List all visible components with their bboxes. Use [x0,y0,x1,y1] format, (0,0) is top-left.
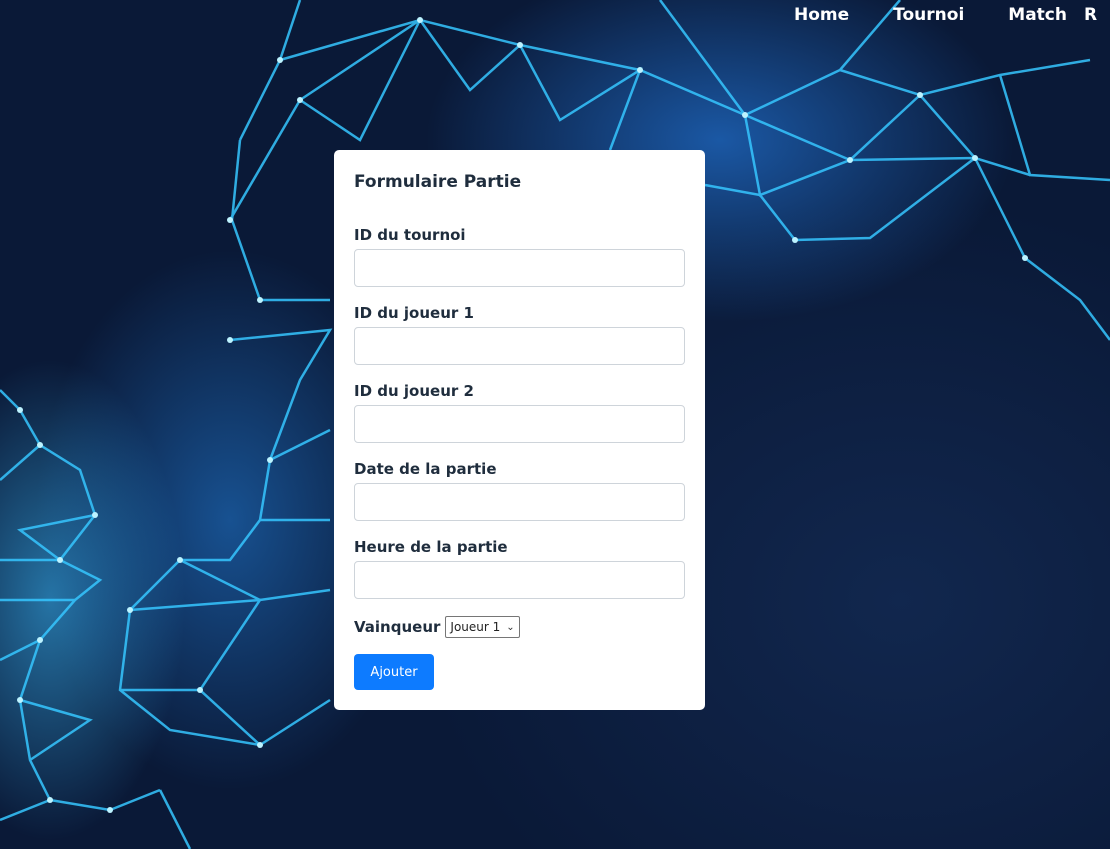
player1-id-label: ID du joueur 1 [354,304,474,322]
add-button[interactable]: Ajouter [354,654,434,690]
player2-id-label: ID du joueur 2 [354,382,474,400]
nav-match-link[interactable]: Match [1008,4,1067,26]
tournament-id-input[interactable] [354,249,685,287]
winner-select-value: Joueur 1 [450,620,501,634]
player2-id-input[interactable] [354,405,685,443]
top-nav: Home Tournoi Match R [794,4,1097,26]
winner-select[interactable]: Joueur 1 ⌄ [445,616,520,638]
nav-item-partial[interactable]: R [1084,4,1097,26]
nav-home-link[interactable]: Home [794,4,849,26]
winner-row: Vainqueur Joueur 1 ⌄ [354,616,520,638]
match-time-input[interactable] [354,561,685,599]
tournament-id-label: ID du tournoi [354,226,466,244]
nav-tournoi-link[interactable]: Tournoi [893,4,964,26]
match-date-input[interactable] [354,483,685,521]
match-date-label: Date de la partie [354,460,497,478]
form-title: Formulaire Partie [354,172,522,192]
winner-label: Vainqueur [354,618,441,636]
match-time-label: Heure de la partie [354,538,508,556]
match-form-card: Formulaire Partie ID du tournoi ID du jo… [334,150,705,710]
chevron-down-icon: ⌄ [506,621,515,633]
player1-id-input[interactable] [354,327,685,365]
